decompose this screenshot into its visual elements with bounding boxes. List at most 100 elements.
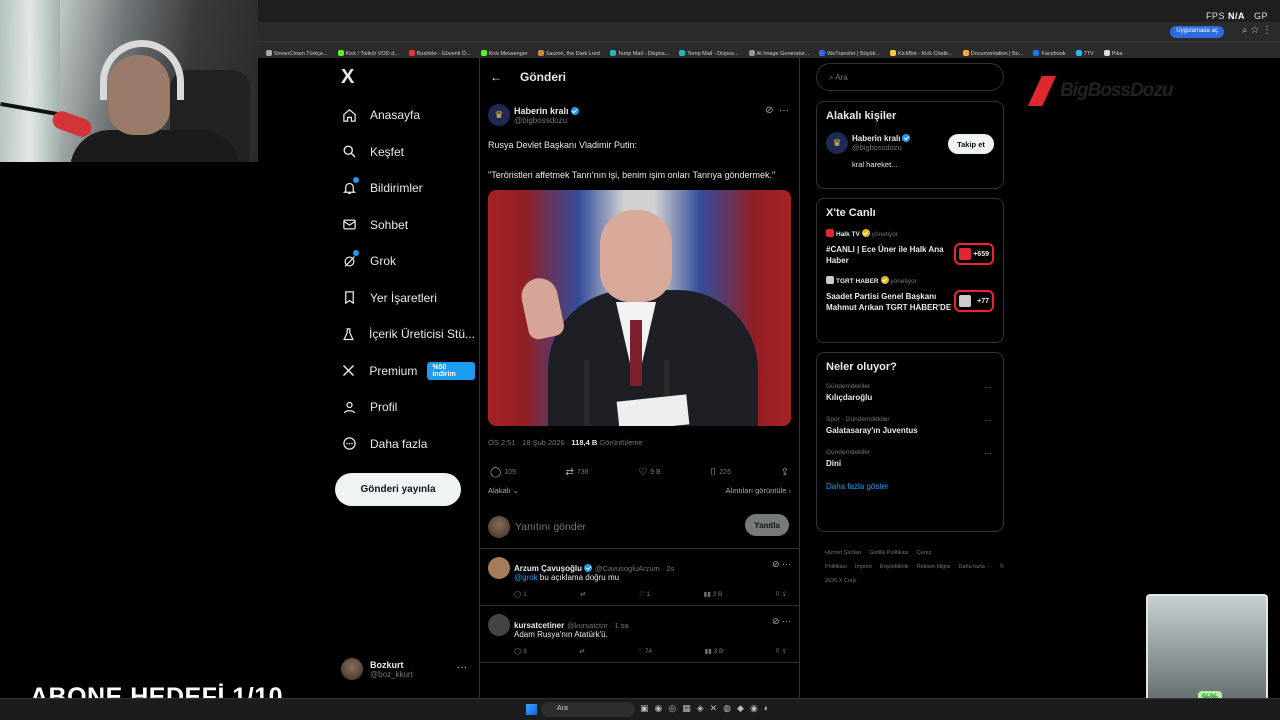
sidebar-item-sohbet[interactable]: Sohbet bbox=[335, 207, 475, 244]
sidebar-item-yer-i-şaretleri[interactable]: Yer İşaretleri bbox=[335, 280, 475, 317]
taskbar-search[interactable]: Ara bbox=[541, 702, 635, 717]
reply-author-name[interactable]: Arzum Çavuşoğlu bbox=[514, 564, 582, 573]
live-thumbnail[interactable]: +77 bbox=[954, 290, 994, 312]
bookmark-item[interactable]: WeTransfer | Büyük... bbox=[814, 46, 885, 57]
bookmark-item[interactable]: Temp Mail - Dispos... bbox=[605, 46, 674, 57]
repost-button[interactable]: ⇄ bbox=[579, 647, 584, 656]
reply-button[interactable]: ◯ 3 bbox=[514, 647, 527, 656]
views-button[interactable]: ▮▮ 3 B bbox=[704, 590, 723, 599]
back-arrow-icon[interactable]: ← bbox=[490, 70, 502, 84]
repost-button[interactable]: ⇄ bbox=[580, 590, 585, 599]
bookmark-item[interactable]: Kick / Twitch VOD d... bbox=[333, 46, 404, 57]
sidebar-item-premium[interactable]: Premium %50 indirim bbox=[335, 353, 475, 390]
footer-link[interactable]: Reklam bilgisi bbox=[917, 564, 951, 570]
post-button[interactable]: Gönderi yayınla bbox=[335, 473, 461, 506]
follow-button[interactable]: Takip et bbox=[948, 134, 994, 154]
show-more-link[interactable]: Daha fazla göster bbox=[826, 482, 994, 491]
sidebar-item-anasayfa[interactable]: Anasayfa bbox=[335, 97, 475, 134]
reply-author-name[interactable]: kursatcetiner bbox=[514, 621, 564, 630]
more-icon[interactable]: ··· bbox=[457, 662, 467, 673]
like-count: 1 bbox=[646, 591, 651, 598]
more-icon[interactable]: ··· bbox=[984, 416, 992, 425]
sidebar-item-grok[interactable]: Grok bbox=[335, 243, 475, 280]
live-stream-item[interactable]: TGRT HABER yönetiyor Saadet Partisi Genel… bbox=[826, 276, 994, 313]
avatar[interactable] bbox=[488, 557, 510, 579]
author-handle[interactable]: @bigbossdozu bbox=[514, 116, 579, 125]
account-switcher[interactable]: Bozkurt @boz_kkurt ··· bbox=[341, 654, 471, 684]
bookmark-item[interactable]: Temp Mail - Dispos... bbox=[674, 46, 743, 57]
verified-icon bbox=[570, 106, 579, 115]
footer-link[interactable]: Erişilebilirlik bbox=[880, 564, 909, 570]
sidebar-item-bildirimler[interactable]: Bildirimler bbox=[335, 170, 475, 207]
more-icon[interactable]: ··· bbox=[984, 383, 992, 392]
bookmark-item[interactable]: Kick Messenger bbox=[476, 46, 533, 57]
reply-composer[interactable]: Yanıtını gönder Yanıtla bbox=[480, 505, 799, 549]
sidebar-item-i-çerik-üreticisi-stü-[interactable]: İçerik Üreticisi Stü... bbox=[335, 316, 475, 353]
account-handle: @boz_kkurt bbox=[370, 669, 413, 679]
mention-link[interactable]: @grok bbox=[514, 573, 538, 582]
x-logo[interactable]: X bbox=[341, 66, 354, 89]
reply-input[interactable]: Yanıtını gönder bbox=[515, 521, 586, 533]
bookmark-item[interactable]: AI Image Generator... bbox=[744, 46, 815, 57]
share-button[interactable]: ⇪ bbox=[781, 467, 789, 478]
repost-button[interactable]: ⇄ 738 bbox=[566, 467, 589, 478]
views-button[interactable]: ▮▮ 3 B bbox=[705, 647, 724, 656]
bookmark-icon[interactable]: ⌷ ⇪ bbox=[776, 590, 787, 599]
footer-link[interactable]: Hizmet Şartları bbox=[825, 550, 861, 556]
avatar[interactable] bbox=[488, 614, 510, 636]
avatar[interactable]: ♛ bbox=[488, 104, 510, 126]
footer-link[interactable]: Daha fazla ··· bbox=[959, 564, 992, 570]
footer-link[interactable]: Gizlilik Politikası bbox=[869, 550, 908, 556]
reply-button[interactable]: ◯ 109 bbox=[490, 467, 516, 478]
related-person[interactable]: ♛ Haberin kralı @bigbossdozu Takip et bbox=[826, 132, 994, 154]
bookmark-item[interactable]: Sauron, the Dark Lord bbox=[533, 46, 605, 57]
bookmark-icon[interactable]: ⌷ ⇪ bbox=[776, 647, 787, 656]
tweet-author[interactable]: ♛ Haberin kralı @bigbossdozu ⊘ ··· bbox=[488, 100, 791, 130]
grok-icon[interactable]: ⊘ ··· bbox=[772, 559, 791, 570]
more-icon[interactable]: ··· bbox=[984, 449, 992, 458]
footer-link[interactable]: Imprint bbox=[855, 564, 872, 570]
trend-item[interactable]: Gündemdekiler Kılıçdaroğlu ··· bbox=[826, 383, 994, 402]
bookmark-item[interactable]: Facebook bbox=[1028, 46, 1070, 57]
reply-submit-button[interactable]: Yanıtla bbox=[745, 514, 789, 536]
sidebar-item-daha-fazla[interactable]: Daha fazla bbox=[335, 426, 475, 463]
bookmark-item[interactable]: 7TV bbox=[1071, 46, 1099, 57]
view-quotes-link[interactable]: Alıntıları görüntüle › bbox=[726, 486, 791, 495]
bookmark-item[interactable]: SinnerClown Türkçe... bbox=[261, 46, 333, 57]
reply-item[interactable]: Arzum Çavuşoğlu @CavusogluArzum · 2s ⊘ ···… bbox=[480, 549, 799, 606]
bookmark-button[interactable]: ⌷ 226 bbox=[710, 467, 731, 478]
sidebar-item-profil[interactable]: Profil bbox=[335, 389, 475, 426]
bookmark-label: Bushido - Güvenli Ö... bbox=[416, 51, 471, 57]
author-name[interactable]: Haberin kralı bbox=[514, 106, 569, 116]
trend-item[interactable]: Gündemdekiler Dini ··· bbox=[826, 449, 994, 468]
heart-icon: ♡ bbox=[638, 467, 648, 478]
avatar[interactable]: ♛ bbox=[826, 132, 848, 154]
bookmark-item[interactable]: Bushido - Güvenli Ö... bbox=[404, 46, 476, 57]
taskbar-apps[interactable]: ▣◉◎▦◈✕◍◆◉◐ bbox=[640, 703, 775, 714]
post-header: ← Gönderi bbox=[480, 58, 799, 96]
open-in-app-chip[interactable]: Uygulamada aç bbox=[1170, 26, 1224, 38]
bookmark-item[interactable]: Documentation | Bo... bbox=[958, 46, 1029, 57]
live-stream-item[interactable]: Halk TV yönetiyor #CANLI | Ece Üner ile H… bbox=[826, 229, 994, 266]
relevance-dropdown[interactable]: Alakalı ⌄ bbox=[488, 486, 519, 495]
trend-item[interactable]: Spor · Gündemdekiler Galatasaray'ın Juven… bbox=[826, 416, 994, 435]
like-button[interactable]: ♡ 74 bbox=[637, 647, 652, 656]
bookmark-item[interactable]: KickBot - Kick Chatb... bbox=[885, 46, 958, 57]
grok-icon[interactable]: ⊘ ··· bbox=[772, 616, 791, 627]
premium-discount-badge: %50 indirim bbox=[427, 361, 475, 380]
live-thumbnail[interactable]: +659 bbox=[954, 243, 994, 265]
search-input[interactable]: ⌕ Ara bbox=[816, 63, 1004, 91]
reply-button[interactable]: ◯ 1 bbox=[514, 590, 527, 599]
tweet-photo[interactable] bbox=[488, 190, 791, 426]
like-button[interactable]: ♡ 9 B bbox=[638, 467, 660, 478]
sidebar-item-keşfet[interactable]: Keşfet bbox=[335, 134, 475, 171]
tweet-meta: ÖS 2:51 · 18 Şub 2026 · 118,4 B Görüntül… bbox=[488, 438, 643, 447]
like-button[interactable]: ♡ 1 bbox=[639, 590, 650, 599]
windows-start-icon[interactable] bbox=[526, 704, 537, 715]
reply-item[interactable]: kursatcetiner @kursatctnr · 1 sa ⊘ ··· Adam… bbox=[480, 606, 799, 663]
grok-icon[interactable]: ⊘ ··· bbox=[765, 105, 789, 116]
bookmark-label: Temp Mail - Dispos... bbox=[687, 51, 739, 57]
bookmark-item[interactable]: Pika bbox=[1099, 46, 1128, 57]
bookmark-favicon-icon bbox=[889, 50, 896, 56]
url-actions[interactable]: ⌕ ☆ ⋮ bbox=[1242, 25, 1272, 36]
